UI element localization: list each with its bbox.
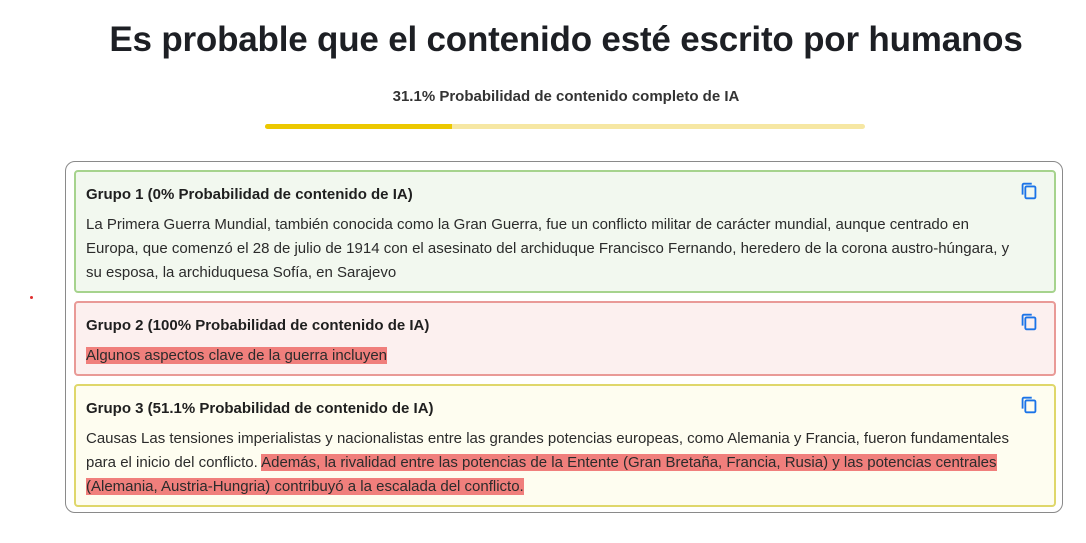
copy-icon[interactable]	[1018, 394, 1040, 416]
results-page: Es probable que el contenido esté escrit…	[0, 0, 1086, 543]
group-card-2: Grupo 2 (100% Probabilidad de contenido …	[74, 301, 1056, 376]
copy-icon[interactable]	[1018, 180, 1040, 202]
group-2-text: Algunos aspectos clave de la guerra incl…	[86, 344, 1014, 368]
group-1-text: La Primera Guerra Mundial, también conoc…	[86, 216, 1010, 281]
group-3-title: Grupo 3 (51.1% Probabilidad de contenido…	[86, 400, 434, 417]
ai-probability-summary: 31.1% Probabilidad de contenido completo…	[392, 88, 740, 105]
page-title: Es probable que el contenido esté escrit…	[109, 20, 1023, 59]
group-2-title: Grupo 2 (100% Probabilidad de contenido …	[86, 317, 430, 334]
group-2-highlighted-text: Algunos aspectos clave de la guerra incl…	[86, 347, 388, 364]
group-card-1: Grupo 1 (0% Probabilidad de contenido de…	[74, 170, 1056, 293]
group-3-text: Causas Las tensiones imperialistas y nac…	[86, 427, 1014, 499]
group-card-3: Grupo 3 (51.1% Probabilidad de contenido…	[74, 384, 1056, 507]
ai-probability-bar-fill	[265, 124, 452, 129]
ai-probability-bar	[265, 124, 865, 129]
copy-icon[interactable]	[1018, 311, 1040, 333]
group-1-title: Grupo 1 (0% Probabilidad de contenido de…	[86, 186, 413, 203]
red-dot-marker	[30, 296, 33, 299]
